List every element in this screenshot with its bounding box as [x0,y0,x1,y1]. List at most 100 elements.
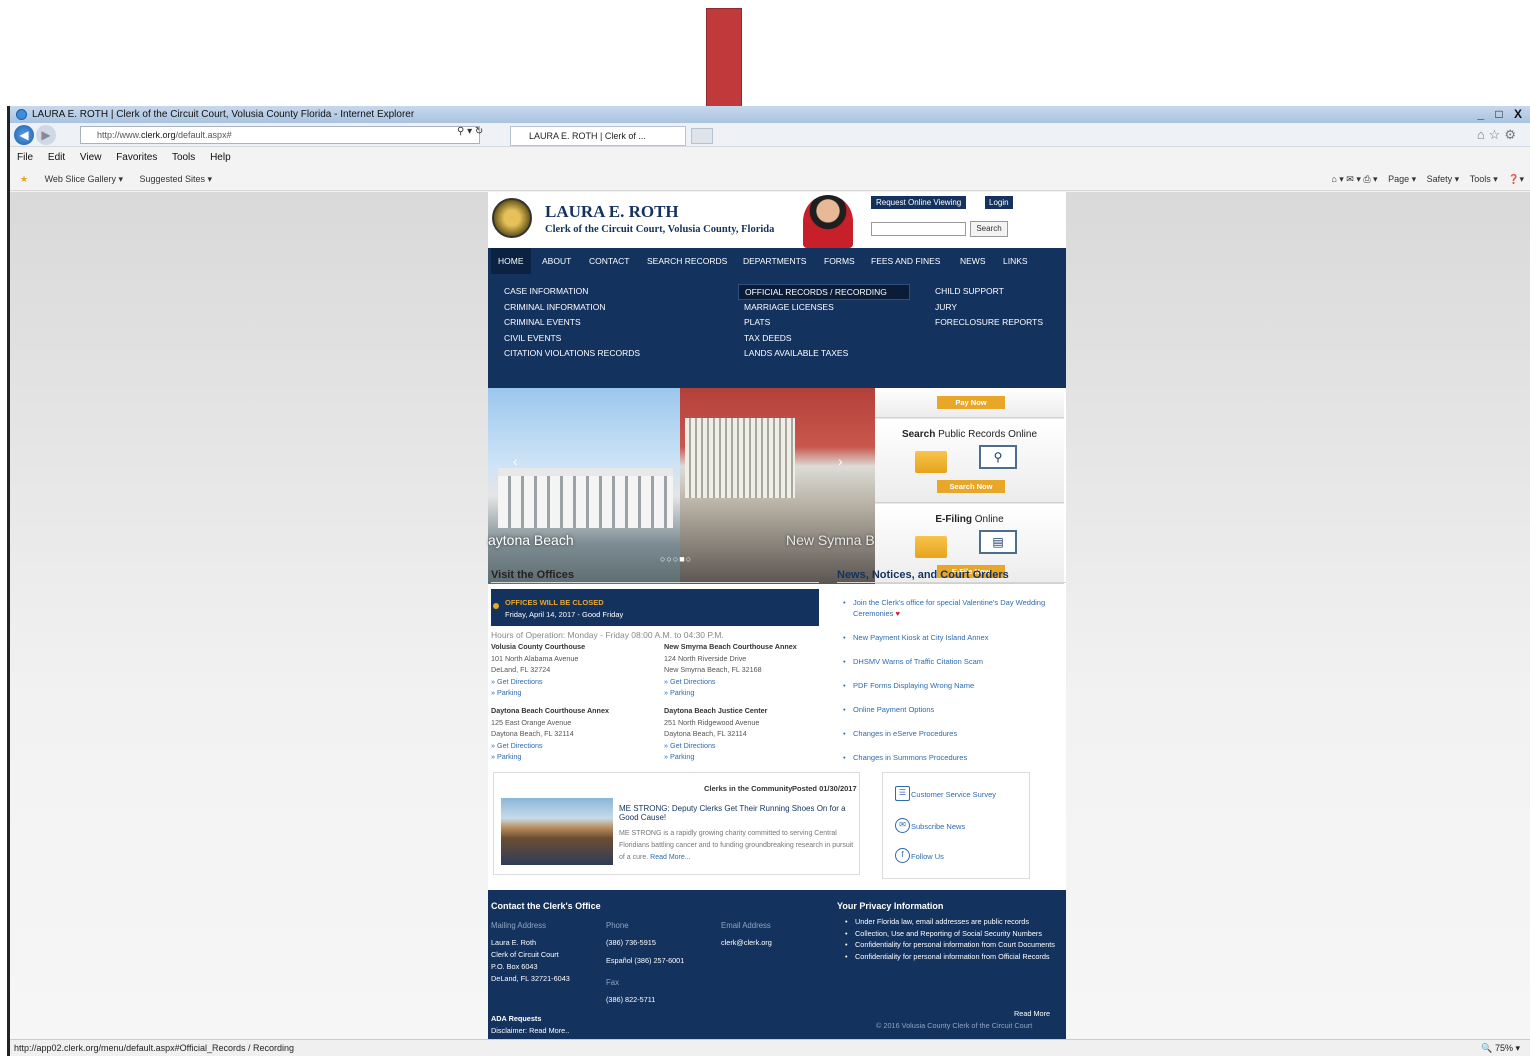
chevron-right-icon[interactable]: › [838,453,843,469]
menu-item[interactable]: CITATION VIOLATIONS RECORDS [504,346,640,362]
menu-item[interactable]: JURY [935,300,1043,316]
nav-links[interactable]: LINKS [1003,248,1028,274]
request-online-viewing-button[interactable]: Request Online Viewing [871,196,967,209]
login-button[interactable]: Login [985,196,1013,209]
heart-icon: ♥ [895,609,900,618]
home-star-gear-icons[interactable]: ⌂☆⚙ [1477,127,1520,143]
chevron-left-icon[interactable]: ‹ [513,453,518,469]
back-icon[interactable]: ◀ [14,125,34,145]
news-item[interactable]: Join the Clerk's office for special Vale… [843,597,1063,619]
directions-link[interactable]: » Get Directions [664,676,797,688]
privacy-list: Under Florida law, email addresses are p… [845,916,1055,962]
parking-link[interactable]: » Parking [491,751,609,763]
zoom-level[interactable]: 🔍 75% ▾ [1481,1040,1520,1056]
pay-panel: Pay Now [875,388,1064,418]
closure-heading[interactable]: OFFICES WILL BE CLOSED [505,598,604,607]
forward-icon[interactable]: ▶ [36,125,56,145]
status-url: http://app02.clerk.org/menu/default.aspx… [14,1043,294,1053]
tab-active[interactable]: LAURA E. ROTH | Clerk of ... [510,126,686,146]
help-icon[interactable]: ❓▾ [1508,174,1524,184]
nav-about[interactable]: ABOUT [542,248,571,274]
privacy-item[interactable]: Confidentiality for personal information… [845,951,1055,963]
nav-contact[interactable]: CONTACT [589,248,629,274]
privacy-item[interactable]: Collection, Use and Reporting of Social … [845,928,1055,940]
parking-link[interactable]: » Parking [664,687,797,699]
menu-item[interactable]: CASE INFORMATION [504,284,640,300]
copyright: © 2016 Volusia County Clerk of the Circu… [876,1021,1033,1030]
directions-link[interactable]: » Get Directions [491,740,609,752]
news-item[interactable]: DHSMV Warns of Traffic Citation Scam [843,656,1063,667]
menu-item[interactable]: MARRIAGE LICENSES [744,300,910,316]
menu-tools[interactable]: Tools [172,152,195,163]
nav-departments[interactable]: DEPARTMENTS [743,248,806,274]
news-item[interactable]: Changes in eServe Procedures [843,728,1063,739]
slide-caption: aytona Beach [488,532,574,548]
nav-search-records[interactable]: SEARCH RECORDS [647,248,727,274]
favorites-star-icon[interactable]: ★ [20,174,28,184]
news-item[interactable]: Changes in Summons Procedures [843,752,1063,763]
pay-now-button[interactable]: Pay Now [937,396,1005,409]
fav-web-slice[interactable]: Web Slice Gallery ▾ [45,174,123,184]
cmd-safety[interactable]: Safety ▾ [1427,174,1460,184]
site-search-button[interactable]: Search [970,221,1008,237]
nav-home[interactable]: HOME [491,248,531,274]
new-tab-button[interactable] [691,128,713,144]
menu-item[interactable]: CIVIL EVENTS [504,331,640,347]
parking-link[interactable]: » Parking [491,687,585,699]
cmd-icons[interactable]: ⌂ ▾ ✉ ▾ ⎙ ▾ [1331,174,1377,184]
county-seal-logo[interactable] [492,198,532,238]
menu-item[interactable]: LANDS AVAILABLE TAXES [744,346,910,362]
menu-item[interactable]: CRIMINAL EVENTS [504,315,640,331]
phone-spanish[interactable]: Español (386) 257-6001 [606,955,684,967]
privacy-item[interactable]: Confidentiality for personal information… [845,939,1055,951]
customer-survey-link[interactable]: ☰ Customer Service Survey [895,786,996,801]
follow-us-link[interactable]: f Follow Us [895,848,944,863]
site-search-input[interactable] [871,222,966,236]
email-link[interactable]: clerk@clerk.org [721,937,772,949]
slider-dots[interactable]: ○○○■○ [660,554,692,564]
nav-forms[interactable]: FORMS [824,248,855,274]
menu-item[interactable]: CHILD SUPPORT [935,284,1043,300]
cmd-page[interactable]: Page ▾ [1388,174,1416,184]
main-nav: HOME ABOUT CONTACT SEARCH RECORDS DEPART… [488,248,1066,274]
disclaimer-link[interactable]: Disclaimer: Read More.. [491,1025,569,1037]
phone-number[interactable]: (386) 736-5915 [606,937,656,949]
menu-help[interactable]: Help [210,152,231,163]
parking-link[interactable]: » Parking [664,751,767,763]
ada-link[interactable]: ADA Requests [491,1013,541,1025]
slide-new-smyrna[interactable] [680,388,875,584]
menu-item[interactable]: TAX DEEDS [744,331,910,347]
community-article-title[interactable]: ME STRONG: Deputy Clerks Get Their Runni… [619,804,854,822]
menu-favorites[interactable]: Favorites [116,152,157,163]
news-item[interactable]: PDF Forms Displaying Wrong Name [843,680,1063,691]
privacy-item[interactable]: Under Florida law, email addresses are p… [845,916,1055,928]
directions-link[interactable]: » Get Directions [664,740,767,752]
search-now-button[interactable]: Search Now [937,480,1005,493]
directions-link[interactable]: » Get Directions [491,676,585,688]
nav-news[interactable]: NEWS [960,248,986,274]
ie-logo-icon [16,109,27,120]
newsletter-icon: ✉ [895,818,910,833]
menu-item[interactable]: FORECLOSURE REPORTS [935,315,1043,331]
nav-fees-and-fines[interactable]: FEES AND FINES [871,248,940,274]
window-controls[interactable]: _ □ X [1477,106,1526,123]
community-photo[interactable] [501,798,613,865]
menu-view[interactable]: View [80,152,102,163]
menu-file[interactable]: File [17,152,33,163]
privacy-read-more[interactable]: Read More [1014,1008,1050,1020]
menu-item-official-records[interactable]: OFFICIAL RECORDS / RECORDING [738,284,910,300]
search-icon[interactable]: ⚲ ▾ ↻ [457,126,483,137]
news-item[interactable]: New Payment Kiosk at City Island Annex [843,632,1063,643]
slide-daytona[interactable] [488,388,680,584]
news-item[interactable]: Online Payment Options [843,704,1063,715]
menu-item[interactable]: CRIMINAL INFORMATION [504,300,640,316]
read-more-link[interactable]: Read More... [650,854,690,861]
menu-item[interactable]: PLATS [744,315,910,331]
subscribe-news-link[interactable]: ✉ Subscribe News [895,818,965,833]
url-field[interactable]: http://www.clerk.org/default.aspx# [80,126,480,144]
fav-suggested-sites[interactable]: Suggested Sites ▾ [140,174,213,184]
menu-edit[interactable]: Edit [48,152,65,163]
divider [491,582,819,583]
office-address: 125 East Orange Avenue [491,717,572,727]
cmd-tools[interactable]: Tools ▾ [1470,174,1498,184]
